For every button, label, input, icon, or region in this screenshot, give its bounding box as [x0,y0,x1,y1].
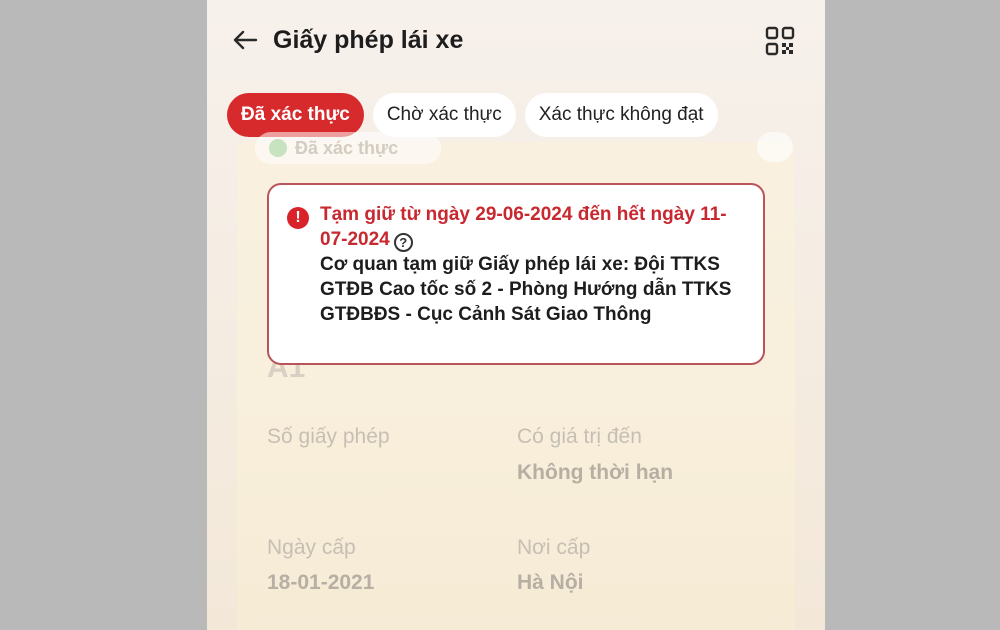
arrow-left-icon [233,30,258,50]
qr-code-button[interactable] [763,24,797,58]
alert-title: Tạm giữ từ ngày 29-06-2024 đến hết ngày … [320,202,740,252]
suspension-alert: ! Tạm giữ từ ngày 29-06-2024 đến hết ngà… [267,183,765,365]
issue-place-value: Hà Nội [517,571,584,594]
issue-date-value: 18-01-2021 [267,571,375,594]
tab-verified[interactable]: Đã xác thực [227,93,364,137]
exclamation-icon: ! [287,207,309,229]
page-title: Giấy phép lái xe [273,26,464,54]
tab-pending[interactable]: Chờ xác thực [372,93,516,137]
verified-status-text: Đã xác thực [295,137,399,158]
license-number-label: Số giấy phép [267,425,390,448]
tab-failed[interactable]: Xác thực không đạt [524,93,718,137]
verified-status-pill: Đã xác thực [255,132,441,164]
valid-until-label: Có giá trị đến [517,425,642,448]
alert-body: Cơ quan tạm giữ Giấy phép lái xe: Đội TT… [320,254,732,325]
question-circle-icon[interactable]: ? [393,233,413,252]
card-expand-button[interactable] [757,132,793,162]
issue-date-label: Ngày cấp [267,536,356,559]
qr-code-icon [765,26,795,56]
verification-tabs: Đã xác thực Chờ xác thực Xác thực không … [227,93,718,137]
check-circle-icon [269,139,287,157]
valid-until-value: Không thời hạn [517,461,674,484]
top-bar: Giấy phép lái xe [207,0,825,82]
alert-title-text: Tạm giữ từ ngày 29-06-2024 đến hết ngày … [320,204,727,250]
back-button[interactable] [229,24,261,56]
issue-place-label: Nơi cấp [517,536,591,559]
